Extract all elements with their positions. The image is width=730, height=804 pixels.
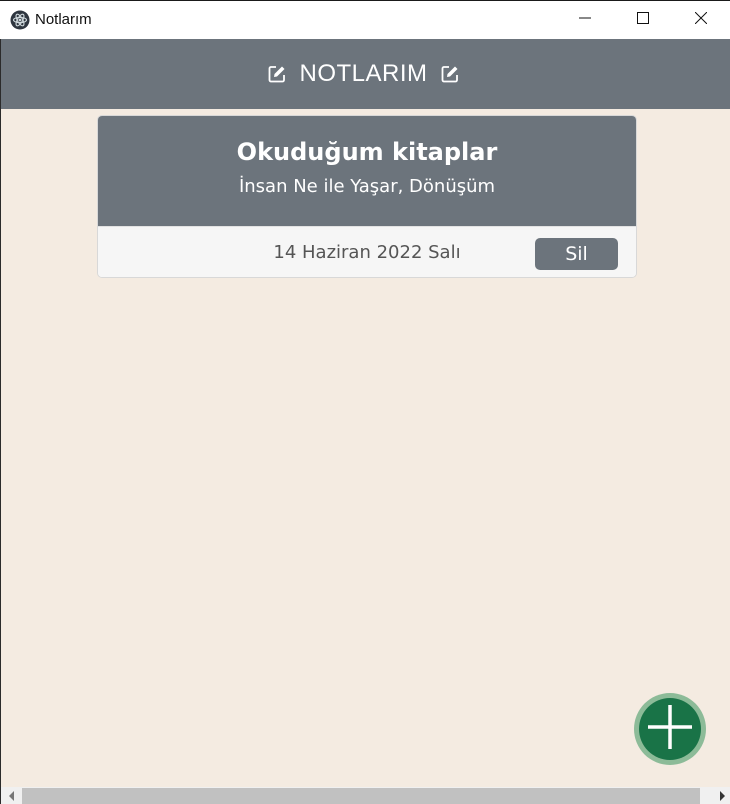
plus-icon: [646, 703, 694, 756]
edit-icon: [267, 64, 287, 84]
maximize-button[interactable]: [614, 1, 672, 39]
app-icon: [10, 10, 30, 30]
note-card-body: Okuduğum kitaplar İnsan Ne ile Yaşar, Dö…: [98, 116, 636, 226]
add-note-button[interactable]: [634, 693, 706, 765]
minimize-button[interactable]: [556, 1, 614, 39]
app-header: NOTLARIM: [1, 39, 730, 109]
note-card: Okuduğum kitaplar İnsan Ne ile Yaşar, Dö…: [97, 115, 637, 278]
window-title: Notlarım: [35, 11, 92, 28]
close-icon: [694, 11, 708, 29]
horizontal-scrollbar[interactable]: [1, 787, 730, 804]
maximize-icon: [637, 11, 649, 29]
scroll-right-arrow-icon[interactable]: [713, 787, 730, 804]
edit-icon: [440, 64, 460, 84]
scrollbar-thumb[interactable]: [22, 788, 700, 804]
note-text: İnsan Ne ile Yaşar, Dönüşüm: [238, 176, 496, 197]
minimize-icon: [579, 11, 591, 29]
note-title: Okuduğum kitaplar: [236, 138, 498, 166]
add-note-button-inner: [639, 698, 701, 760]
page-title: NOTLARIM: [299, 60, 428, 87]
close-button[interactable]: [672, 1, 730, 39]
scroll-left-arrow-icon[interactable]: [3, 787, 20, 804]
window-titlebar[interactable]: Notlarım: [0, 0, 730, 39]
note-card-footer: 14 Haziran 2022 Salı Sil: [98, 226, 636, 277]
delete-note-button[interactable]: Sil: [535, 238, 618, 270]
